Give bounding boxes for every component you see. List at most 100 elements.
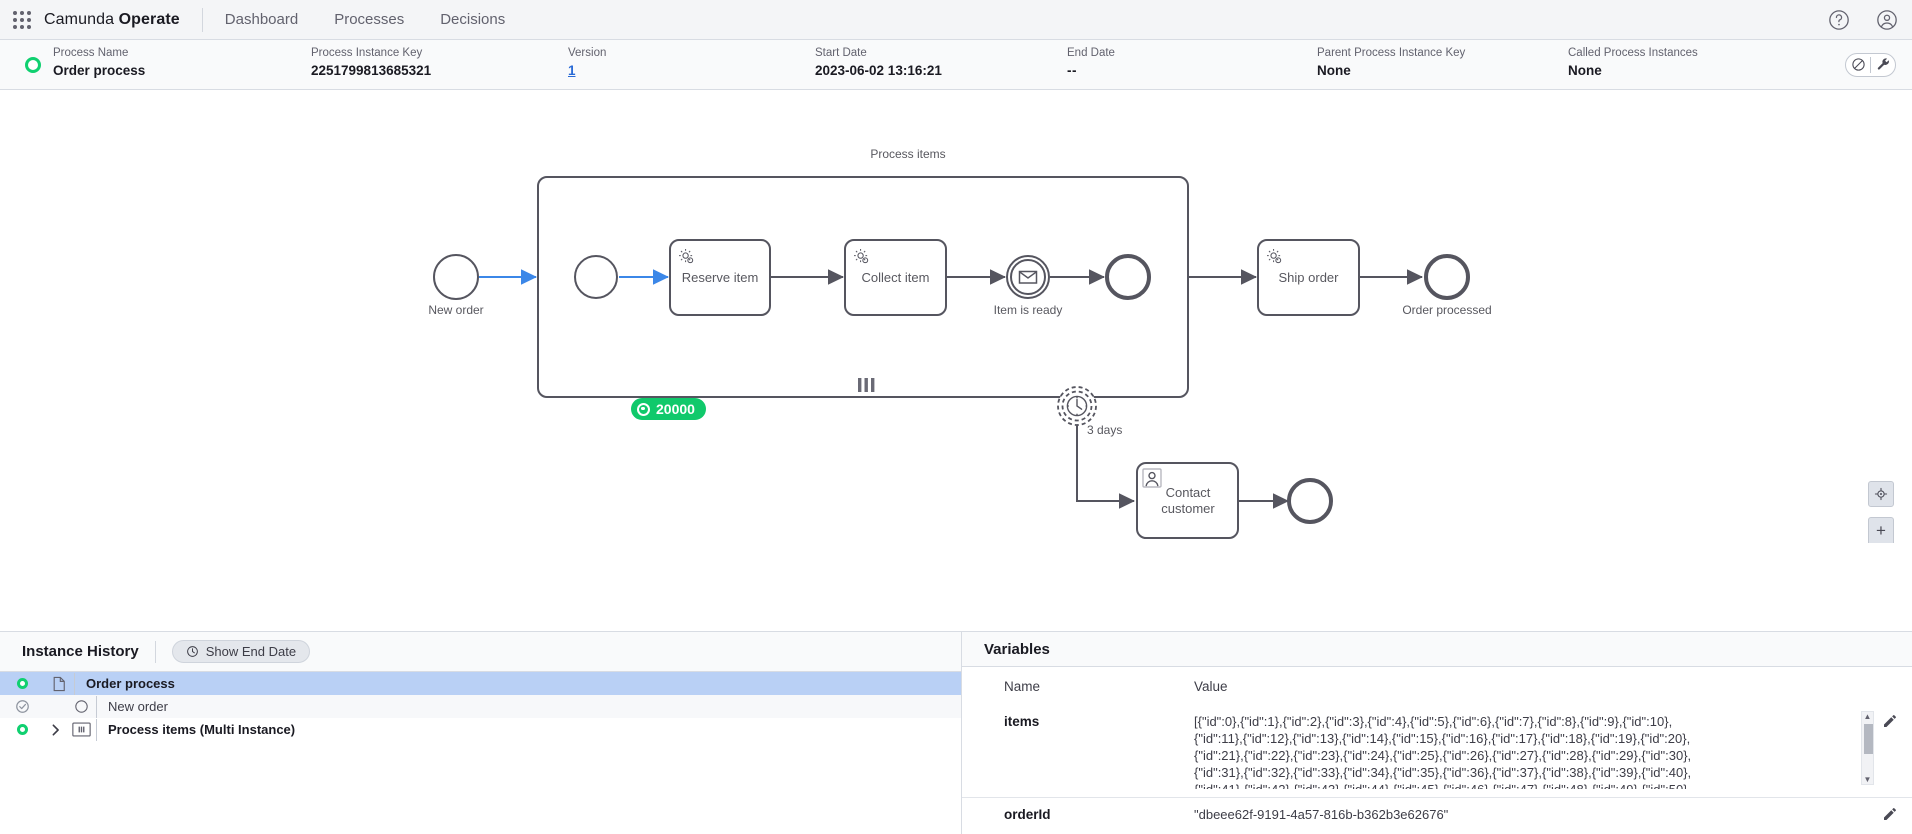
variable-value-orderid[interactable]: "dbeee62f-9191-4a57-816b-b362b3e62676"	[1194, 806, 1912, 823]
meta-label-end-date: End Date	[1067, 47, 1115, 59]
label-item-is-ready: Item is ready	[993, 303, 1063, 317]
active-state-icon	[16, 678, 28, 689]
value-line: {"id":31},{"id":32},{"id":33},{"id":34},…	[1194, 765, 1692, 780]
help-icon[interactable]	[1828, 9, 1850, 31]
variable-value-items[interactable]: [{"id":0},{"id":1},{"id":2},{"id":3},{"i…	[1194, 713, 1912, 789]
brand-prefix: Camunda	[44, 10, 119, 28]
edit-pencil-icon[interactable]	[1882, 713, 1898, 729]
zoom-in-button[interactable]: +	[1868, 517, 1894, 543]
value-line: {"id":11},{"id":12},{"id":13},{"id":14},…	[1194, 731, 1691, 746]
scroll-up-arrow-icon[interactable]: ▲	[1864, 712, 1872, 721]
label-subprocess-process-items: Process items	[870, 147, 946, 161]
meta-value-process-name: Order process	[53, 63, 146, 78]
label-reserve-item: Reserve item	[681, 269, 759, 285]
nav-links: Dashboard Processes Decisions	[225, 11, 505, 28]
scroll-down-arrow-icon[interactable]: ▼	[1864, 775, 1872, 784]
label-timer-3-days: 3 days	[1087, 423, 1123, 437]
bpmn-diagram-svg	[433, 176, 1470, 539]
reset-zoom-button[interactable]	[1868, 481, 1894, 507]
start-event-subprocess[interactable]	[574, 255, 618, 299]
variables-title: Variables	[984, 640, 1050, 658]
tree-row-divider	[74, 672, 75, 695]
meta-label-process-instance-key: Process Instance Key	[311, 47, 423, 59]
active-instances-icon	[637, 402, 650, 416]
variable-row-orderid[interactable]: orderId "dbeee62f-9191-4a57-816b-b362b3e…	[962, 798, 1912, 834]
end-event-subprocess[interactable]	[1105, 254, 1151, 300]
meta-value-start-date: 2023-06-02 13:16:21	[815, 63, 942, 78]
cancel-circle-slash-icon	[1851, 58, 1865, 71]
nav-divider	[201, 7, 203, 32]
value-line: {"id":41},{"id":42},{"id":43},{"id":44},…	[1194, 781, 1846, 789]
instance-history-divider	[154, 640, 156, 663]
nav-link-decisions[interactable]: Decisions	[440, 11, 505, 28]
label-contact-customer: Contact customer	[1161, 484, 1215, 516]
start-event-new-order[interactable]	[433, 254, 479, 300]
scrollbar-thumb[interactable]	[1863, 724, 1873, 754]
instance-count-value: 20000	[656, 401, 695, 417]
app-grid-icon	[13, 10, 31, 29]
expand-chevron-icon[interactable]	[44, 723, 66, 736]
instance-status-indicator	[25, 56, 41, 73]
meta-end-date: End Date --	[1067, 46, 1115, 80]
row-state-completed	[0, 699, 44, 714]
value-line: [{"id":0},{"id":1},{"id":2},{"id":3},{"i…	[1194, 714, 1673, 729]
tree-label-process-items: Process items (Multi Instance)	[108, 722, 296, 737]
edit-pencil-icon[interactable]	[1882, 806, 1898, 822]
end-event-contact-customer[interactable]	[1287, 478, 1333, 524]
meta-value-parent-process-instance-key: None	[1317, 63, 1351, 78]
instance-history-tree: Order process New order Process items (M…	[0, 672, 961, 834]
process-file-icon	[44, 676, 74, 692]
meta-parent-process-instance-key: Parent Process Instance Key None	[1317, 46, 1465, 80]
value-line: "dbeee62f-9191-4a57-816b-b362b3e62676"	[1194, 807, 1449, 822]
tree-label-order-process: Order process	[86, 676, 175, 691]
instance-history-panel: Instance History Show End Date Order pro…	[0, 632, 962, 834]
value-line: {"id":21},{"id":22},{"id":23},{"id":24},…	[1194, 748, 1692, 763]
variable-value-scrollbar[interactable]: ▲ ▼	[1861, 711, 1874, 785]
instance-count-badge[interactable]: 20000	[631, 398, 706, 420]
start-event-icon	[66, 699, 96, 714]
meta-value-called-process-instances: None	[1568, 63, 1602, 78]
variable-row-items[interactable]: items [{"id":0},{"id":1},{"id":2},{"id":…	[962, 705, 1912, 798]
nav-link-dashboard[interactable]: Dashboard	[225, 11, 298, 28]
end-event-order-processed[interactable]	[1424, 254, 1470, 300]
meta-start-date: Start Date 2023-06-02 13:16:21	[815, 46, 942, 80]
meta-label-parent-process-instance-key: Parent Process Instance Key	[1317, 47, 1466, 59]
top-nav-actions	[1828, 0, 1898, 40]
intermediate-message-catch-event-item-is-ready[interactable]	[1006, 255, 1050, 299]
tree-row-new-order[interactable]: New order	[0, 695, 961, 718]
completed-check-icon	[15, 700, 29, 713]
show-end-date-toggle[interactable]: Show End Date	[171, 640, 311, 663]
variable-name-orderid: orderId	[1004, 807, 1051, 822]
top-navigation-bar: Camunda Operate Dashboard Processes Deci…	[0, 0, 1912, 40]
label-collect-item: Collect item	[861, 269, 930, 285]
meta-value-process-instance-key: 2251799813685321	[311, 63, 432, 78]
label-order-processed: Order processed	[1402, 303, 1492, 317]
tree-row-process-items[interactable]: Process items (Multi Instance)	[0, 718, 961, 741]
show-end-date-label: Show End Date	[205, 644, 297, 659]
timer-boundary-event-3-days[interactable]	[1057, 386, 1097, 426]
nav-link-processes[interactable]: Processes	[334, 11, 404, 28]
row-state-active	[0, 724, 44, 735]
variables-panel: Variables Name Value items [{"id":0},{"i…	[962, 632, 1912, 834]
meta-value-version-link[interactable]: 1	[568, 62, 606, 80]
wrench-icon	[1877, 58, 1889, 70]
variables-column-headers: Name Value	[962, 667, 1912, 705]
crosshair-target-icon	[1874, 487, 1888, 501]
clock-icon	[186, 646, 198, 657]
label-new-order: New order	[428, 303, 484, 317]
modify-instance-button[interactable]	[1871, 54, 1895, 76]
bpmn-diagram-canvas[interactable]: New order Process items Reserve item Col…	[0, 91, 1912, 631]
zoom-in-out-group: + −	[1868, 517, 1894, 543]
cancel-instance-button[interactable]	[1846, 54, 1870, 76]
meta-process-name: Process Name Order process	[53, 46, 145, 80]
envelope-icon	[1018, 270, 1038, 284]
instance-history-header: Instance History Show End Date	[0, 632, 961, 672]
app-grid-button[interactable]	[0, 0, 44, 40]
tree-row-order-process[interactable]: Order process	[0, 672, 961, 695]
meta-value-end-date: --	[1067, 63, 1077, 78]
meta-process-instance-key: Process Instance Key 2251799813685321	[311, 46, 431, 80]
meta-version: Version 1	[568, 46, 606, 80]
brand-title: Camunda Operate	[44, 11, 202, 29]
user-avatar-icon[interactable]	[1876, 9, 1898, 31]
meta-called-process-instances: Called Process Instances None	[1568, 46, 1698, 80]
